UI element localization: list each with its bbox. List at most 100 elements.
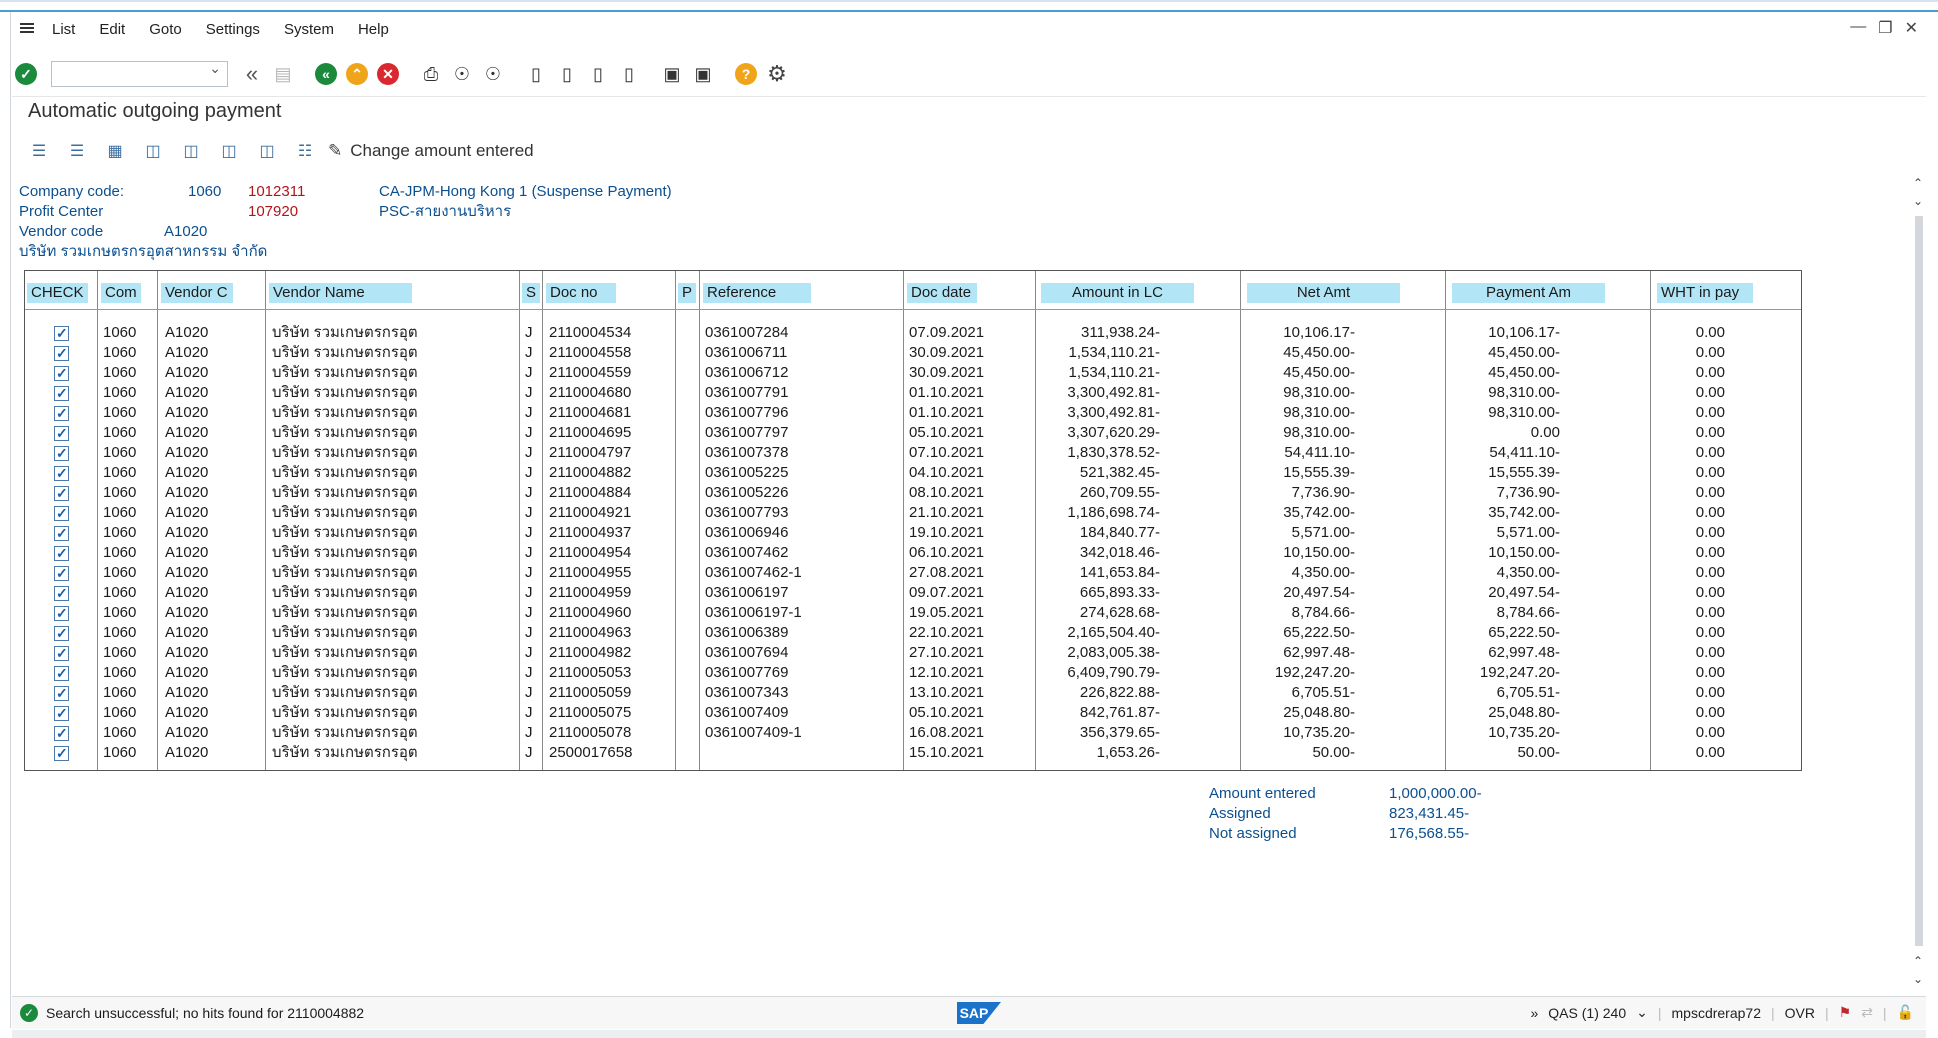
table-row[interactable]: 1060 A1020 บริษัท รวมเกษตรกรอุต J 2110005078… xyxy=(25,723,1801,743)
menu-help[interactable]: Help xyxy=(358,21,389,38)
row-checkbox[interactable] xyxy=(54,483,69,503)
new-session-icon[interactable]: ▣ xyxy=(658,60,686,88)
print-icon[interactable]: ⎙ xyxy=(417,60,445,88)
table-row[interactable]: 1060 A1020 บริษัท รวมเกษตรกรอุต J 2110004955… xyxy=(25,563,1801,583)
filter-icon[interactable]: ◫ xyxy=(138,140,168,162)
menu-list[interactable]: List xyxy=(52,21,75,38)
select-all-icon[interactable]: ☰ xyxy=(24,140,54,162)
table-row[interactable]: 1060 A1020 บริษัท รวมเกษตรกรอุต J 2110004982… xyxy=(25,643,1801,663)
system-id[interactable]: QAS (1) 240 xyxy=(1548,1005,1626,1021)
change-amount-button[interactable]: ✎ Change amount entered xyxy=(328,141,534,161)
cancel-icon[interactable]: ✕ xyxy=(374,60,402,88)
table-row[interactable]: 1060 A1020 บริษัท รวมเกษตรกรอุต J 2110004534… xyxy=(25,323,1801,343)
scroll-down-icon[interactable]: ⌃ xyxy=(1910,954,1926,970)
table-row[interactable]: 1060 A1020 บริษัท รวมเกษตรกรอุต J 2110004954… xyxy=(25,543,1801,563)
menu-system[interactable]: System xyxy=(284,21,334,38)
col-vendor-name[interactable]: Vendor Name xyxy=(269,283,412,303)
chevron-down-icon[interactable]: ⌄ xyxy=(1636,1004,1648,1021)
col-doc-no[interactable]: Doc no xyxy=(546,283,616,303)
row-checkbox[interactable] xyxy=(54,343,69,363)
find-icon[interactable]: ☉ xyxy=(448,60,476,88)
col-com[interactable]: Com xyxy=(101,283,141,303)
table-row[interactable]: 1060 A1020 บริษัท รวมเกษตรกรอุต J 2110005053… xyxy=(25,663,1801,683)
row-checkbox[interactable] xyxy=(54,643,69,663)
row-checkbox[interactable] xyxy=(54,423,69,443)
row-checkbox[interactable] xyxy=(54,583,69,603)
row-checkbox[interactable] xyxy=(54,543,69,563)
row-checkbox[interactable] xyxy=(54,403,69,423)
row-checkbox[interactable] xyxy=(54,703,69,723)
save-icon[interactable]: ▤ xyxy=(269,60,297,88)
sort-icon[interactable]: ◫ xyxy=(176,140,206,162)
find-next-icon[interactable]: ☉ xyxy=(479,60,507,88)
deselect-all-icon[interactable]: ☰ xyxy=(62,140,92,162)
scroll-track[interactable] xyxy=(1915,216,1923,946)
vertical-scrollbar[interactable]: ⌃ ⌄ ⌃ ⌄ xyxy=(1910,172,1926,992)
export-icon[interactable]: ◫ xyxy=(214,140,244,162)
row-checkbox[interactable] xyxy=(54,723,69,743)
command-field[interactable] xyxy=(51,60,228,87)
row-checkbox[interactable] xyxy=(54,683,69,703)
row-checkbox[interactable] xyxy=(54,363,69,383)
table-row[interactable]: 1060 A1020 บริษัท รวมเกษตรกรอุต J 2110004884… xyxy=(25,483,1801,503)
scroll-up-icon[interactable]: ⌄ xyxy=(1910,194,1926,210)
row-checkbox[interactable] xyxy=(54,463,69,483)
col-wht[interactable]: WHT in pay xyxy=(1657,283,1753,303)
table-row[interactable]: 1060 A1020 บริษัท รวมเกษตรกรอุต J 2110004937… xyxy=(25,523,1801,543)
table-row[interactable]: 1060 A1020 บริษัท รวมเกษตรกรอุต J 2110004963… xyxy=(25,623,1801,643)
last-page-icon[interactable]: ▯ xyxy=(615,60,643,88)
col-payment-amt[interactable]: Payment Am xyxy=(1452,283,1605,303)
col-doc-date[interactable]: Doc date xyxy=(907,283,977,303)
table-row[interactable]: 1060 A1020 บริษัท รวมเกษตรกรอุต J 2110004695… xyxy=(25,423,1801,443)
settings-icon[interactable]: ⚙ xyxy=(763,60,791,88)
row-checkbox[interactable] xyxy=(54,663,69,683)
row-checkbox[interactable] xyxy=(54,503,69,523)
layout-icon[interactable]: ☷ xyxy=(290,140,320,162)
calculate-icon[interactable]: ◫ xyxy=(252,140,282,162)
exit-icon[interactable]: ⌃ xyxy=(343,60,371,88)
table-row[interactable]: 1060 A1020 บริษัท รวมเกษตรกรอุต J 2110004882… xyxy=(25,463,1801,483)
table-row[interactable]: 1060 A1020 บริษัท รวมเกษตรกรอุต J 2110004680… xyxy=(25,383,1801,403)
menu-goto[interactable]: Goto xyxy=(149,21,182,38)
table-row[interactable]: 1060 A1020 บริษัท รวมเกษตรกรอุต J 2110004681… xyxy=(25,403,1801,423)
table-row[interactable]: 1060 A1020 บริษัท รวมเกษตรกรอุต J 2110004797… xyxy=(25,443,1801,463)
help-icon[interactable]: ? xyxy=(732,60,760,88)
col-net-amt[interactable]: Net Amt xyxy=(1247,283,1400,303)
table-row[interactable]: 1060 A1020 บริษัท รวมเกษตรกรอุต J 2110004558… xyxy=(25,343,1801,363)
row-checkbox[interactable] xyxy=(54,443,69,463)
table-row[interactable]: 1060 A1020 บริษัท รวมเกษตรกรอุต J 2110005059… xyxy=(25,683,1801,703)
maximize-icon[interactable]: ❐ xyxy=(1878,18,1892,38)
minimize-icon[interactable]: — xyxy=(1850,18,1866,38)
row-checkbox[interactable] xyxy=(54,743,69,763)
row-checkbox[interactable] xyxy=(54,523,69,543)
col-reference[interactable]: Reference xyxy=(703,283,811,303)
scroll-top-icon[interactable]: ⌃ xyxy=(1910,176,1926,192)
menu-settings[interactable]: Settings xyxy=(206,21,260,38)
row-checkbox[interactable] xyxy=(54,383,69,403)
menu-icon[interactable] xyxy=(20,21,38,37)
table-row[interactable]: 1060 A1020 บริษัท รวมเกษตรกรอุต J 2500017658… xyxy=(25,743,1801,763)
row-checkbox[interactable] xyxy=(54,603,69,623)
expand-icon[interactable]: » xyxy=(1531,1005,1539,1021)
next-page-icon[interactable]: ▯ xyxy=(584,60,612,88)
col-amount-lc[interactable]: Amount in LC xyxy=(1041,283,1194,303)
menu-edit[interactable]: Edit xyxy=(99,21,125,38)
row-checkbox[interactable] xyxy=(54,323,69,343)
table-row[interactable]: 1060 A1020 บริษัท รวมเกษตรกรอุต J 2110004559… xyxy=(25,363,1801,383)
row-checkbox[interactable] xyxy=(54,563,69,583)
shortcut-icon[interactable]: ▣ xyxy=(689,60,717,88)
table-row[interactable]: 1060 A1020 บริษัท รวมเกษตรกรอุต J 2110004959… xyxy=(25,583,1801,603)
scroll-bottom-icon[interactable]: ⌄ xyxy=(1910,972,1926,988)
enter-icon[interactable]: ✓ xyxy=(12,60,40,88)
row-checkbox[interactable] xyxy=(54,623,69,643)
col-p[interactable]: P xyxy=(678,283,697,303)
table-row[interactable]: 1060 A1020 บริษัท รวมเกษตรกรอุต J 2110005075… xyxy=(25,703,1801,723)
col-vendor-code[interactable]: Vendor C xyxy=(161,283,233,303)
col-check[interactable]: CHECK xyxy=(27,283,88,303)
close-icon[interactable]: ✕ xyxy=(1905,18,1918,38)
back-green-icon[interactable]: « xyxy=(312,60,340,88)
table-icon[interactable]: ▦ xyxy=(100,140,130,162)
col-s[interactable]: S xyxy=(522,283,541,303)
table-row[interactable]: 1060 A1020 บริษัท รวมเกษตรกรอุต J 2110004960… xyxy=(25,603,1801,623)
insert-mode[interactable]: OVR xyxy=(1785,1005,1815,1021)
